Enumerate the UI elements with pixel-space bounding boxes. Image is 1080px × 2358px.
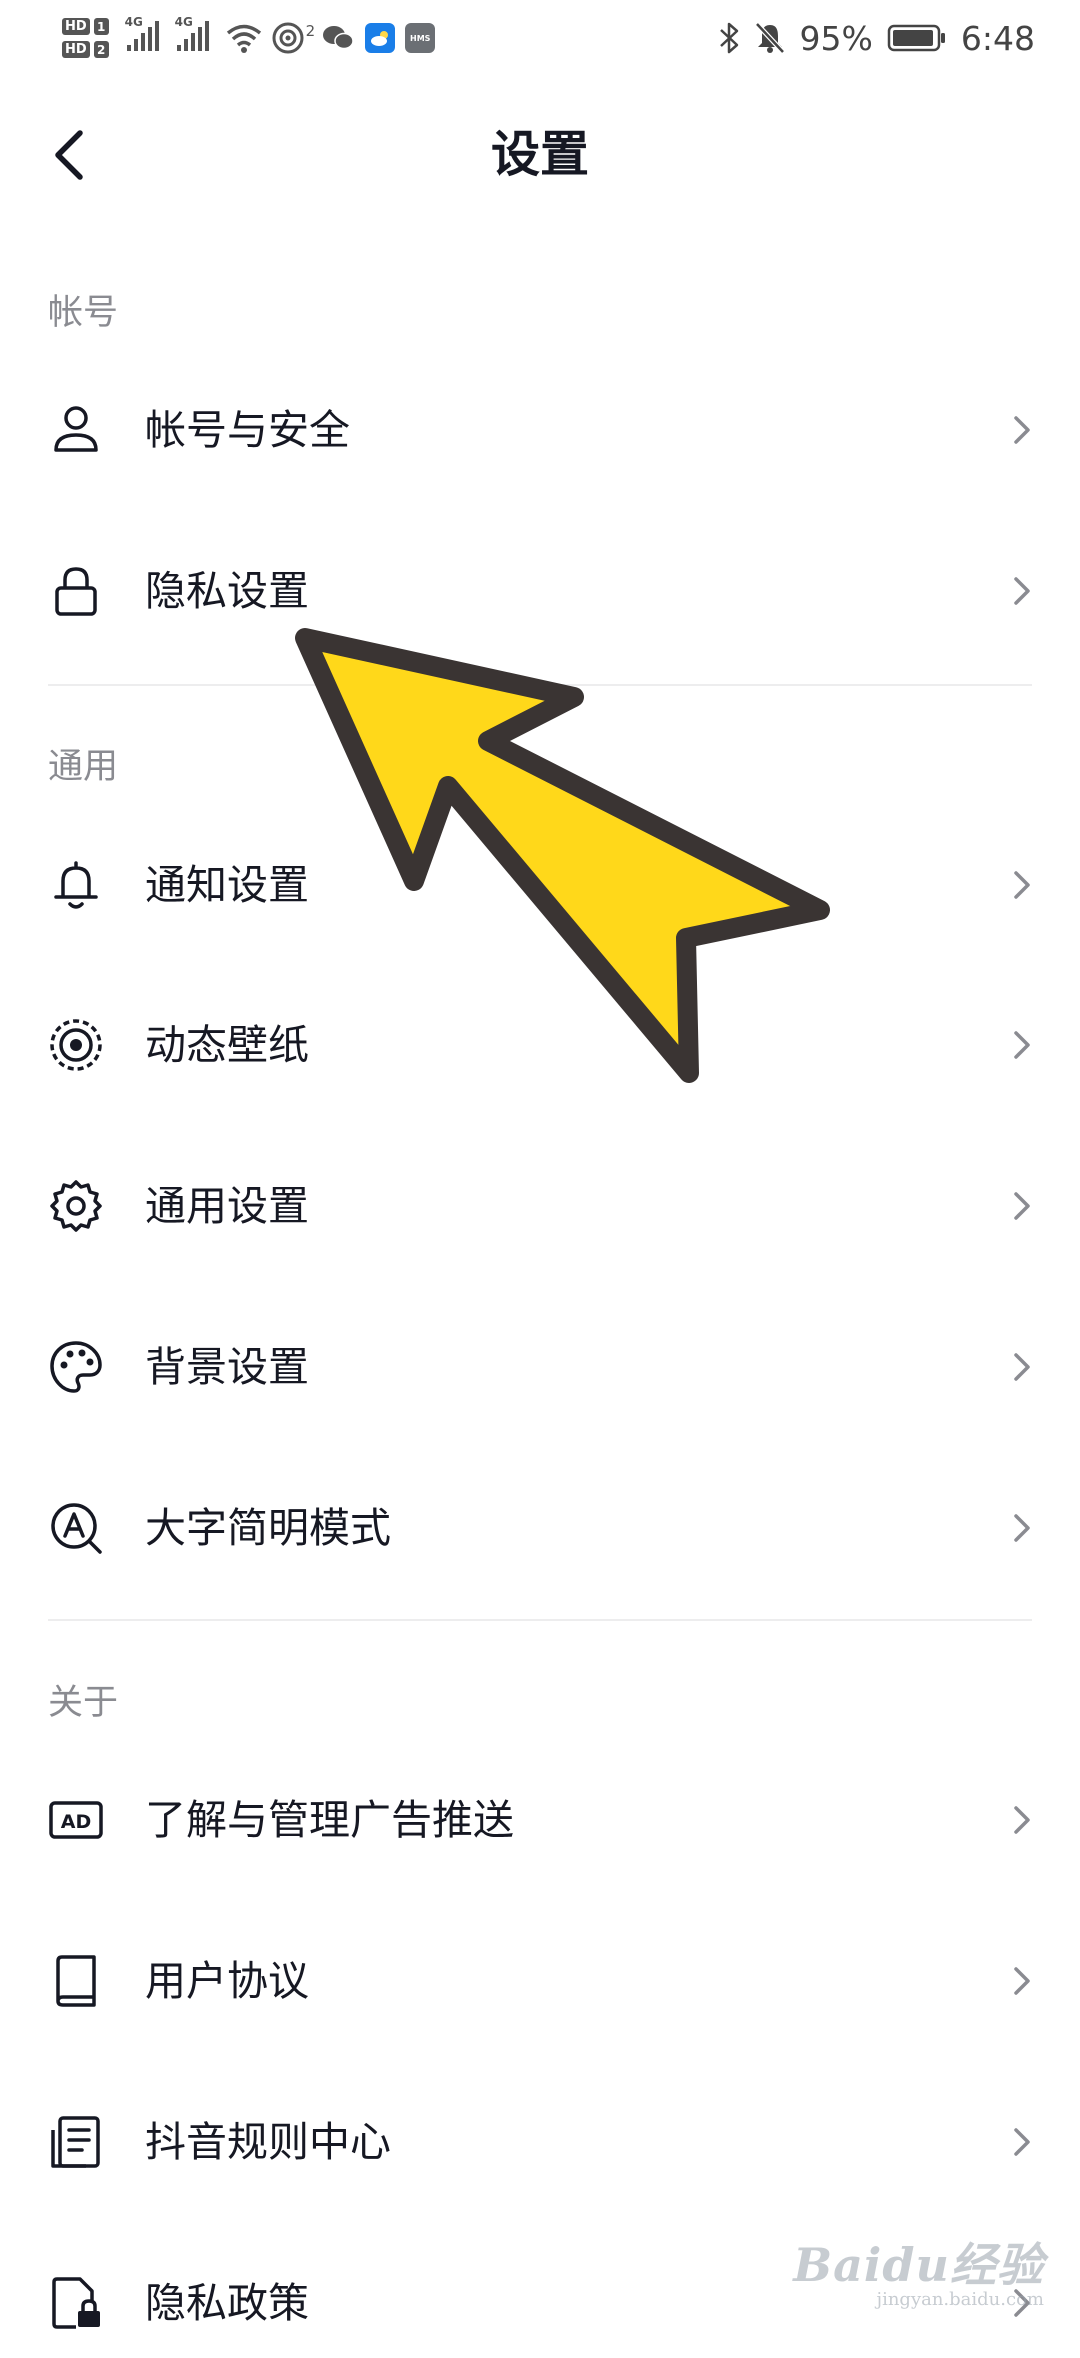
chevron-right-icon xyxy=(1014,871,1030,899)
ad-icon: AD xyxy=(49,1801,103,1839)
chevron-right-icon xyxy=(1014,1353,1030,1381)
status-right: 95% 6:48 xyxy=(718,12,1035,64)
rules-document-icon xyxy=(51,2116,100,2168)
settings-item-label: 隐私政策 xyxy=(145,2279,309,2327)
section-title-general: 通用 xyxy=(48,747,119,787)
signal-2: 4G xyxy=(175,15,211,57)
section-divider xyxy=(48,1619,1032,1621)
settings-item-general[interactable]: 通用设置 xyxy=(0,1151,1080,1261)
settings-item-label: 抖音规则中心 xyxy=(145,2118,391,2166)
settings-item-user-agreement[interactable]: 用户协议 xyxy=(0,1926,1080,2036)
chevron-right-icon xyxy=(1014,1967,1030,1995)
bluetooth-icon xyxy=(719,22,738,54)
weather-cloud-icon xyxy=(371,31,389,46)
settings-item-privacy[interactable]: 隐私设置 xyxy=(0,536,1080,646)
watermark-main: Baidu经验 xyxy=(793,2238,1044,2292)
chevron-right-icon xyxy=(1014,416,1030,444)
battery-icon xyxy=(887,24,945,52)
settings-item-live-wallpaper[interactable]: 动态壁纸 xyxy=(0,990,1080,1100)
settings-item-label: 了解与管理广告推送 xyxy=(145,1796,514,1844)
chevron-right-icon xyxy=(1014,1192,1030,1220)
user-icon xyxy=(54,406,98,452)
sim1-badge: HD 1 xyxy=(62,18,109,35)
chevron-right-icon xyxy=(1014,2128,1030,2156)
network-type-2: 4G xyxy=(174,15,193,29)
privacy-document-icon xyxy=(52,2277,100,2329)
chevron-right-icon xyxy=(1014,577,1030,605)
wifi-icon xyxy=(226,24,261,53)
book-icon xyxy=(56,1955,96,2007)
mute-bell-icon xyxy=(754,22,785,54)
hms-app-icon: HMS xyxy=(405,23,436,53)
settings-item-label: 通用设置 xyxy=(145,1182,309,1230)
settings-item-account-security[interactable]: 帐号与安全 xyxy=(0,375,1080,485)
live-wallpaper-icon xyxy=(50,1019,102,1071)
settings-item-label: 动态壁纸 xyxy=(145,1021,309,1069)
settings-item-label: 大字简明模式 xyxy=(145,1504,391,1552)
svg-text:AD: AD xyxy=(61,1811,91,1833)
nav-header: 设置 xyxy=(0,95,1080,215)
chevron-right-icon xyxy=(1014,1031,1030,1059)
signal-1: 4G xyxy=(125,15,161,57)
settings-item-rules-center[interactable]: 抖音规则中心 xyxy=(0,2087,1080,2197)
section-title-about: 关于 xyxy=(48,1683,119,1723)
page-title: 设置 xyxy=(490,126,589,183)
network-type-1: 4G xyxy=(124,15,143,29)
sim-badges: HD 1 HD 2 xyxy=(62,18,109,58)
hotspot-icon xyxy=(272,22,304,54)
baidu-watermark: Baidu经验 jingyan.baidu.com xyxy=(793,2229,1044,2310)
battery-percent: 95% xyxy=(799,18,873,58)
hd2-label: HD xyxy=(62,41,90,58)
sim2-badge: HD 2 xyxy=(62,41,109,58)
chevron-right-icon xyxy=(1014,1806,1030,1834)
lock-icon xyxy=(55,567,97,616)
settings-item-label: 帐号与安全 xyxy=(145,406,350,454)
gear-icon xyxy=(50,1180,102,1232)
settings-item-label: 用户协议 xyxy=(145,1957,309,2005)
wechat-icon xyxy=(323,26,354,50)
settings-item-label: 隐私设置 xyxy=(145,567,309,615)
settings-item-background[interactable]: 背景设置 xyxy=(0,1312,1080,1422)
weather-app-icon xyxy=(365,23,396,53)
hotspot-count: 2 xyxy=(305,22,316,40)
settings-item-label: 通知设置 xyxy=(145,861,309,909)
sim1-number: 1 xyxy=(93,18,109,35)
status-left: HD 1 HD 2 4G 4G 2 HMS xyxy=(62,8,436,68)
settings-item-large-text-mode[interactable]: 大字简明模式 xyxy=(0,1473,1080,1583)
settings-item-ad-management[interactable]: AD 了解与管理广告推送 xyxy=(0,1765,1080,1875)
settings-item-notifications[interactable]: 通知设置 xyxy=(0,830,1080,940)
bell-icon xyxy=(54,861,98,909)
settings-item-label: 背景设置 xyxy=(145,1343,309,1391)
hd1-label: HD xyxy=(62,18,90,35)
palette-icon xyxy=(50,1341,102,1393)
large-text-icon xyxy=(51,1503,102,1554)
chevron-right-icon xyxy=(1014,1514,1030,1542)
section-divider xyxy=(48,684,1032,686)
section-title-account: 帐号 xyxy=(48,293,119,333)
clock: 6:48 xyxy=(960,18,1035,58)
sim2-number: 2 xyxy=(93,41,109,58)
status-bar: HD 1 HD 2 4G 4G 2 HMS 95% 6:48 xyxy=(0,0,1080,72)
